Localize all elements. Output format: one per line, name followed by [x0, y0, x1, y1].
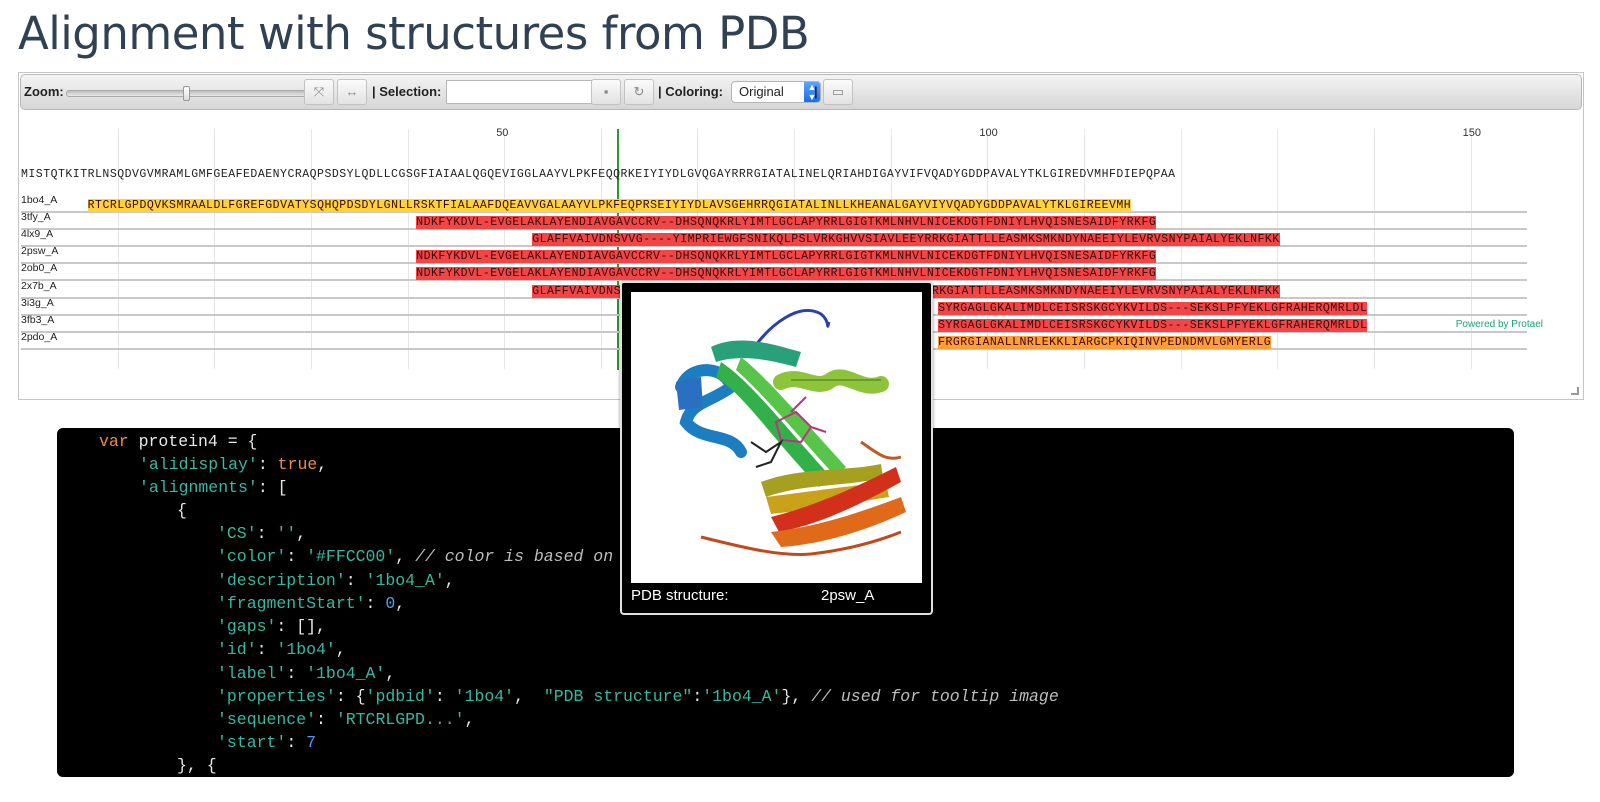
resize-handle[interactable]: [1571, 387, 1579, 395]
grid-line: [1084, 129, 1086, 369]
alignment-label[interactable]: 3fb3_A: [21, 314, 54, 326]
code-line: 'sequence': 'RTCRLGPD...',: [217, 710, 475, 729]
protein-structure-image: [631, 292, 922, 583]
grid-line: [504, 129, 506, 369]
alignment-sequence[interactable]: NDKFYKDVL-EVGELAKLAYENDIAVGAVCCRV--DHSQN…: [416, 267, 1157, 281]
code-line: 'alidisplay': true,: [139, 455, 328, 474]
coloring-label: | Coloring:: [658, 84, 724, 99]
ruler-tick-label: 100: [979, 127, 998, 139]
grid-line: [1277, 129, 1279, 369]
tooltip-caption: PDB structure: 2psw_A: [631, 585, 922, 607]
fit-width-icon: ↔: [345, 84, 359, 99]
code-line: 'label': '1bo4_A',: [217, 664, 396, 683]
export-image-button[interactable]: ▭: [823, 79, 853, 105]
fit-to-screen-button[interactable]: ⤧: [304, 79, 334, 105]
alignment-label[interactable]: 2pdo_A: [21, 331, 57, 343]
grid-line: [600, 129, 602, 369]
code-line: 'start': 7: [217, 733, 317, 752]
alignment-label[interactable]: 2ob0_A: [21, 262, 57, 274]
zoom-label: Zoom:: [24, 84, 64, 99]
code-line: 'fragmentStart': 0,: [217, 594, 406, 613]
ruler-tick-label: 150: [1462, 127, 1481, 139]
alignment-sequence[interactable]: NDKFYKDVL-EVGELAKLAYENDIAVGAVCCRV--DHSQN…: [416, 250, 1157, 264]
save-selection-button[interactable]: ▪: [591, 79, 621, 105]
grid-line: [1470, 129, 1472, 369]
alignment-sequence[interactable]: SYRGAGLGKALIMDLCEISRSKGCYKVILDS---SEKSLP…: [938, 318, 1368, 332]
alignment-label[interactable]: 2x7b_A: [21, 280, 57, 292]
code-line: 'CS': '',: [217, 524, 307, 543]
toolbar-separator: |: [814, 84, 818, 99]
code-line: {: [177, 501, 187, 520]
code-line: 'gaps': [],: [217, 617, 326, 636]
grid-line: [117, 129, 119, 369]
query-sequence: MISTQTKITRLNSQDVGVMRAMLGMFGEAFEDAENYCRAQ…: [21, 168, 1176, 181]
alignment-sequence[interactable]: SYRGAGLGKALIMDLCEISRSKGCYKVILDS---SEKSLP…: [938, 301, 1368, 315]
alignment-label[interactable]: 2psw_A: [21, 245, 58, 257]
grid-line: [1180, 129, 1182, 369]
code-line: var protein4 = {: [99, 432, 258, 451]
code-line: 'description': '1bo4_A',: [217, 571, 455, 590]
code-line: 'id': '1bo4',: [217, 640, 346, 659]
selection-label: | Selection:: [372, 84, 442, 99]
alignment-label[interactable]: 4lx9_A: [21, 228, 53, 240]
grid-line: [1373, 129, 1375, 369]
zoom-slider-handle[interactable]: [183, 86, 190, 101]
alignment-sequence[interactable]: RTCRLGPDQVKSMRAALDLFGREFGDVATYSQHQPDSDYL…: [87, 199, 1132, 212]
grid-line: [214, 129, 216, 369]
refresh-button[interactable]: ↻: [624, 79, 654, 105]
viewer-toolbar: Zoom: ⤧ ↔ | Selection: ▪ ↻ | Coloring: O…: [20, 74, 1582, 110]
coloring-selected-value: Original: [739, 84, 784, 99]
fit-width-button[interactable]: ↔: [337, 79, 367, 105]
image-export-icon: ▭: [831, 84, 845, 99]
tooltip-caption-value: 2psw_A: [821, 587, 875, 604]
alignment-sequence[interactable]: FRGRGIANALLNRLEKKLIARGCPKIQINVPEDNDMVLGM…: [938, 335, 1272, 349]
fit-to-screen-icon: ⤧: [313, 84, 325, 99]
grid-line: [407, 129, 409, 369]
grid-line: [987, 129, 989, 369]
structure-tooltip: PDB structure: 2psw_A: [620, 281, 933, 615]
alignment-sequence[interactable]: NDKFYKDVL-EVGELAKLAYENDIAVGAVCCRV--DHSQN…: [416, 216, 1157, 230]
page-title: Alignment with structures from PDB: [18, 7, 810, 60]
alignment-label[interactable]: 3i3g_A: [21, 297, 54, 309]
tooltip-caption-key: PDB structure:: [631, 587, 729, 604]
powered-by-link[interactable]: Powered by Protael: [1456, 319, 1543, 330]
protein-ribbon-graphic: [675, 308, 906, 557]
ruler-tick-label: 50: [496, 127, 509, 139]
zoom-slider[interactable]: [66, 86, 306, 101]
code-line: 'properties': {'pdbid': '1bo4', "PDB str…: [217, 687, 1059, 706]
alignment-label[interactable]: 1bo4_A: [21, 194, 57, 206]
save-icon: ▪: [603, 84, 609, 99]
code-line: 'color': '#FFCC00', // color is based on: [217, 547, 614, 566]
coloring-select[interactable]: Original ▲ ▼: [731, 81, 821, 103]
selection-input[interactable]: [446, 80, 596, 104]
alignment-sequence[interactable]: GLAFFVAIVDNSVVG----YIMPRIEWGFSNIKQLPSLVR…: [532, 233, 1280, 247]
grid-line: [310, 129, 312, 369]
refresh-icon: ↻: [633, 84, 645, 99]
code-line: 'alignments': [: [139, 478, 288, 497]
alignment-label[interactable]: 3tfy_A: [21, 211, 51, 223]
code-line: }, {: [177, 756, 217, 775]
